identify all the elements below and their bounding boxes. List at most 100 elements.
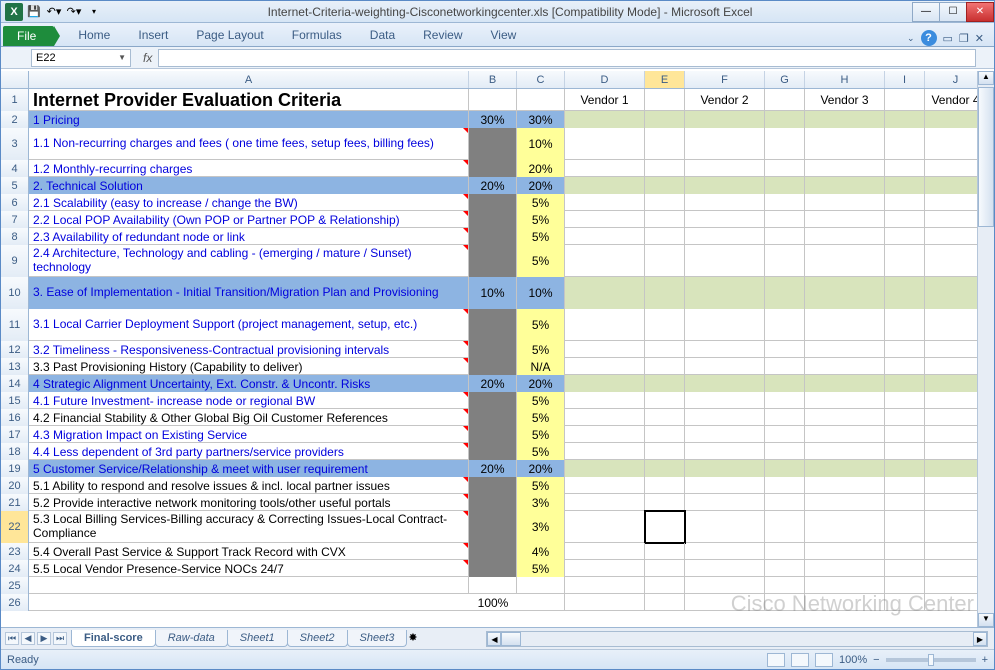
cell-H20[interactable]	[805, 477, 885, 494]
cell-E3[interactable]	[645, 128, 685, 160]
cell-D14[interactable]	[565, 375, 645, 392]
cell-F18[interactable]	[685, 443, 765, 460]
cell-D7[interactable]	[565, 211, 645, 228]
cell-C9[interactable]: 5%	[517, 245, 565, 277]
cell-H9[interactable]	[805, 245, 885, 277]
cell-I10[interactable]	[885, 277, 925, 309]
sheet-add-icon[interactable]: ✸	[408, 631, 426, 647]
cell-C2[interactable]: 30%	[517, 111, 565, 128]
tab-home[interactable]: Home	[64, 24, 124, 46]
cell-G24[interactable]	[765, 560, 805, 577]
row-header-23[interactable]: 23	[1, 543, 29, 560]
cell-I18[interactable]	[885, 443, 925, 460]
cell-G8[interactable]	[765, 228, 805, 245]
cell-E25[interactable]	[645, 577, 685, 594]
cell-H16[interactable]	[805, 409, 885, 426]
cell-D8[interactable]	[565, 228, 645, 245]
cell-A1[interactable]: Internet Provider Evaluation Criteria	[29, 89, 469, 111]
cell-H19[interactable]	[805, 460, 885, 477]
cell-G2[interactable]	[765, 111, 805, 128]
cell-C5[interactable]: 20%	[517, 177, 565, 194]
row-header-17[interactable]: 17	[1, 426, 29, 443]
row-header-11[interactable]: 11	[1, 309, 29, 341]
cell-C26[interactable]	[517, 594, 565, 611]
column-header-I[interactable]: I	[885, 71, 925, 88]
cell-C6[interactable]: 5%	[517, 194, 565, 211]
cell-A11[interactable]: 3.1 Local Carrier Deployment Support (pr…	[29, 309, 469, 341]
row-header-9[interactable]: 9	[1, 245, 29, 277]
cell-E19[interactable]	[645, 460, 685, 477]
cell-B2[interactable]: 30%	[469, 111, 517, 128]
sheet-tab-raw-data[interactable]: Raw-data	[155, 630, 228, 647]
cell-C13[interactable]: N/A	[517, 358, 565, 375]
column-header-D[interactable]: D	[565, 71, 645, 88]
file-tab[interactable]: File	[3, 26, 54, 46]
tab-page-layout[interactable]: Page Layout	[182, 24, 277, 46]
cell-C15[interactable]: 5%	[517, 392, 565, 409]
row-header-15[interactable]: 15	[1, 392, 29, 409]
horizontal-scrollbar[interactable]: ◀ ▶	[486, 631, 988, 647]
cell-D4[interactable]	[565, 160, 645, 177]
cell-B6[interactable]	[469, 194, 517, 211]
cell-G4[interactable]	[765, 160, 805, 177]
cell-F2[interactable]	[685, 111, 765, 128]
column-header-H[interactable]: H	[805, 71, 885, 88]
cell-F25[interactable]	[685, 577, 765, 594]
tab-data[interactable]: Data	[356, 24, 409, 46]
cell-F17[interactable]	[685, 426, 765, 443]
column-header-B[interactable]: B	[469, 71, 517, 88]
cell-F23[interactable]	[685, 543, 765, 560]
cell-G19[interactable]	[765, 460, 805, 477]
cell-G3[interactable]	[765, 128, 805, 160]
cell-A22[interactable]: 5.3 Local Billing Services-Billing accur…	[29, 511, 469, 543]
cell-E23[interactable]	[645, 543, 685, 560]
cell-F3[interactable]	[685, 128, 765, 160]
cell-G15[interactable]	[765, 392, 805, 409]
cell-E8[interactable]	[645, 228, 685, 245]
cell-D12[interactable]	[565, 341, 645, 358]
doc-minimize-icon[interactable]: ▭	[943, 32, 953, 45]
cell-E18[interactable]	[645, 443, 685, 460]
cell-G21[interactable]	[765, 494, 805, 511]
formula-input[interactable]	[158, 49, 976, 67]
cell-I3[interactable]	[885, 128, 925, 160]
cell-H23[interactable]	[805, 543, 885, 560]
cell-B21[interactable]	[469, 494, 517, 511]
cell-B17[interactable]	[469, 426, 517, 443]
cell-E2[interactable]	[645, 111, 685, 128]
cell-A19[interactable]: 5 Customer Service/Relationship & meet w…	[29, 460, 469, 477]
row-header-2[interactable]: 2	[1, 111, 29, 128]
cell-I16[interactable]	[885, 409, 925, 426]
cell-B19[interactable]: 20%	[469, 460, 517, 477]
cell-E14[interactable]	[645, 375, 685, 392]
cell-B18[interactable]	[469, 443, 517, 460]
cell-B24[interactable]	[469, 560, 517, 577]
cell-C14[interactable]: 20%	[517, 375, 565, 392]
cell-D11[interactable]	[565, 309, 645, 341]
worksheet-grid[interactable]: ABCDEFGHIJ 1Internet Provider Evaluation…	[1, 71, 994, 627]
cell-F9[interactable]	[685, 245, 765, 277]
cell-C22[interactable]: 3%	[517, 511, 565, 543]
cell-B1[interactable]	[469, 89, 517, 111]
cell-B20[interactable]	[469, 477, 517, 494]
cell-A4[interactable]: 1.2 Monthly-recurring charges	[29, 160, 469, 177]
cell-D22[interactable]	[565, 511, 645, 543]
row-header-19[interactable]: 19	[1, 460, 29, 477]
cell-F19[interactable]	[685, 460, 765, 477]
cell-A9[interactable]: 2.4 Architecture, Technology and cabling…	[29, 245, 469, 277]
cell-G22[interactable]	[765, 511, 805, 543]
cell-C25[interactable]	[517, 577, 565, 594]
undo-icon[interactable]: ↶▾	[45, 3, 63, 21]
cell-A21[interactable]: 5.2 Provide interactive network monitori…	[29, 494, 469, 511]
cell-A23[interactable]: 5.4 Overall Past Service & Support Track…	[29, 543, 469, 560]
cell-I5[interactable]	[885, 177, 925, 194]
cell-H8[interactable]	[805, 228, 885, 245]
minimize-button[interactable]: —	[912, 2, 940, 22]
cell-B10[interactable]: 10%	[469, 277, 517, 309]
cell-H2[interactable]	[805, 111, 885, 128]
sheet-first-icon[interactable]: ⏮	[5, 632, 19, 645]
cell-E24[interactable]	[645, 560, 685, 577]
cell-C10[interactable]: 10%	[517, 277, 565, 309]
cell-F7[interactable]	[685, 211, 765, 228]
cell-E9[interactable]	[645, 245, 685, 277]
